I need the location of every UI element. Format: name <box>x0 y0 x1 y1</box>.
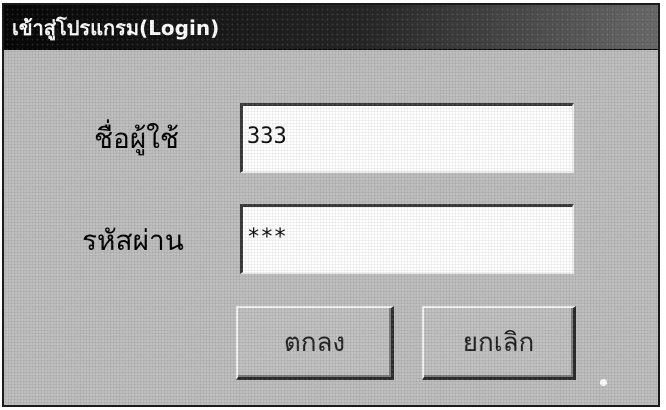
password-label: รหัสผ่าน <box>82 224 184 257</box>
title-bar[interactable]: เข้าสู่โปรแกรม(Login) <box>4 5 658 50</box>
ok-button[interactable]: ตกลง <box>236 306 394 380</box>
login-dialog: เข้าสู่โปรแกรม(Login) ชื่อผู้ใช้ 333 รหั… <box>2 3 660 407</box>
window-title: เข้าสู่โปรแกรม(Login) <box>12 16 220 40</box>
password-field[interactable]: *** <box>240 204 574 274</box>
username-field[interactable]: 333 <box>240 103 574 173</box>
cancel-button[interactable]: ยกเลิก <box>422 306 576 380</box>
glare-dot <box>600 379 607 386</box>
username-label: ชื่อผู้ใช้ <box>94 122 179 155</box>
